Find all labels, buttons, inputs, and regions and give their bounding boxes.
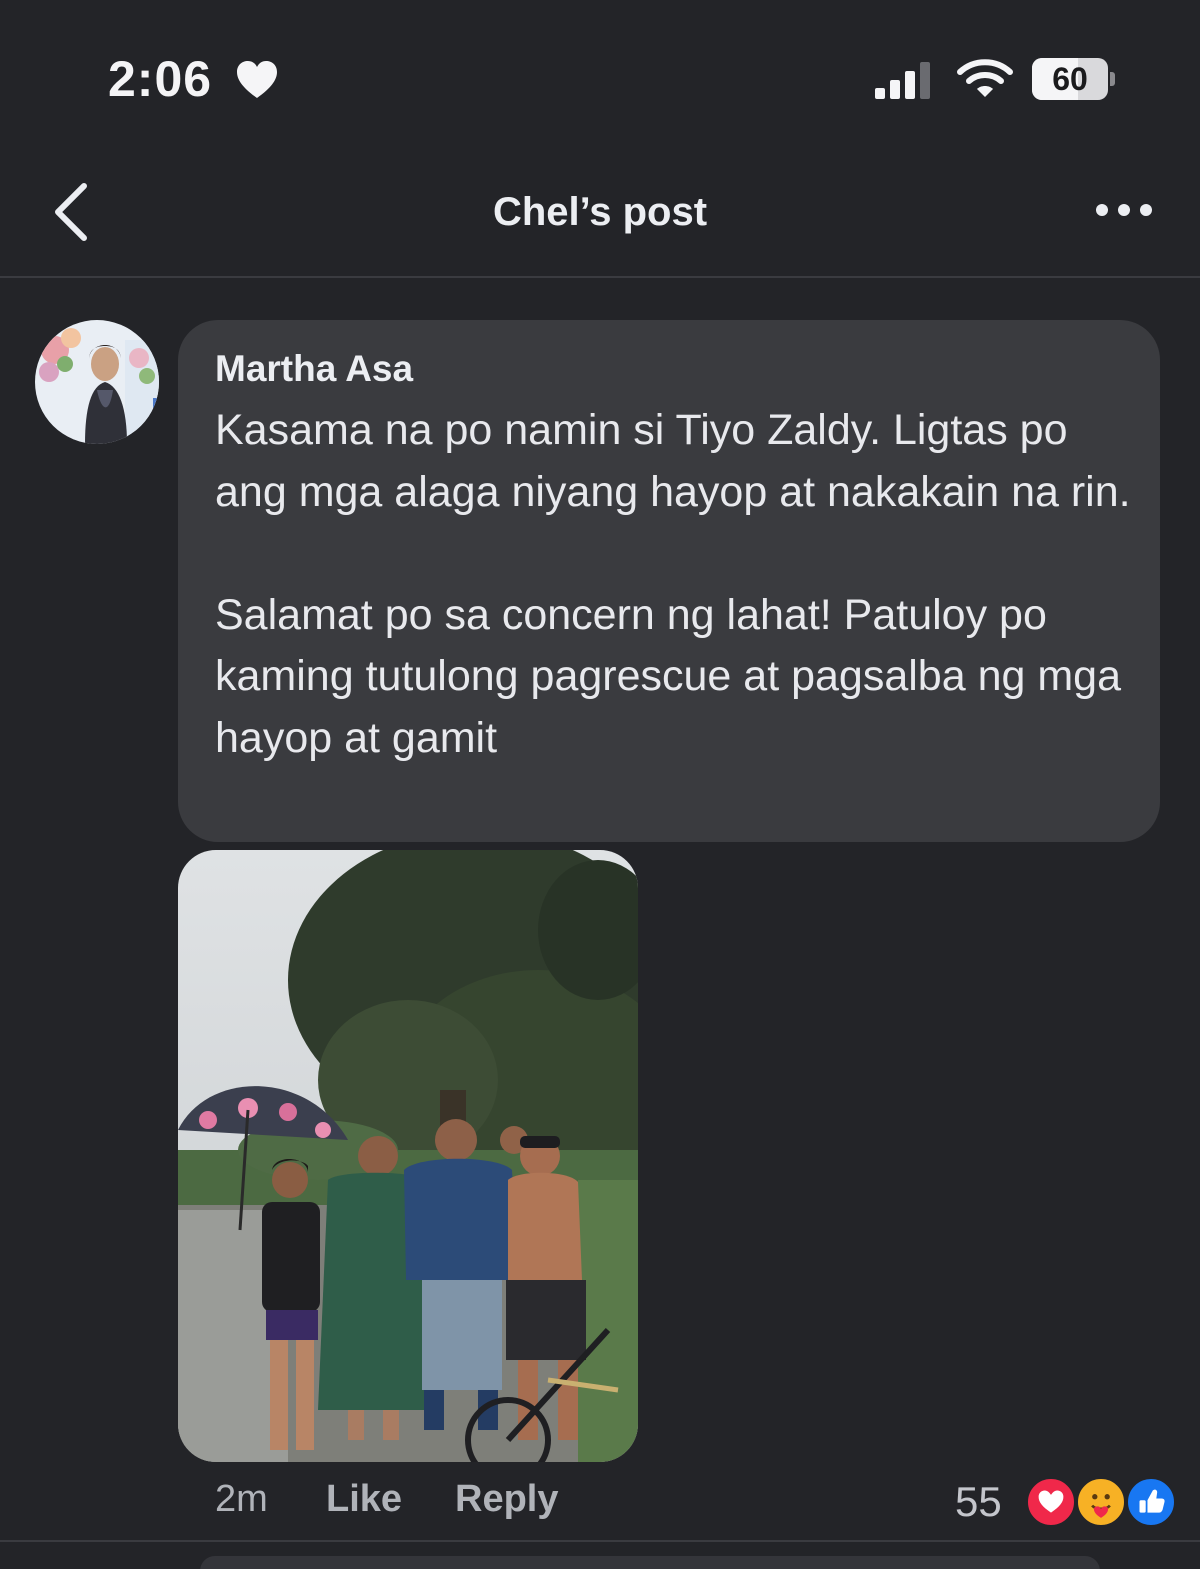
screen: 2:06 60 Chel’s post Martha Asa Kasama na… — [0, 0, 1200, 1569]
care-reaction-icon — [1075, 1476, 1127, 1528]
comment-text: Kasama na po namin si Tiyo Zaldy. Ligtas… — [215, 400, 1145, 769]
battery-icon: 60 — [1032, 58, 1115, 100]
avatar-image — [35, 320, 159, 444]
comment-author[interactable]: Martha Asa — [215, 348, 413, 390]
comment-timestamp: 2m — [215, 1478, 268, 1520]
more-horizontal-icon[interactable] — [1092, 198, 1156, 222]
battery-body: 60 — [1032, 58, 1108, 100]
divider — [0, 1540, 1200, 1542]
battery-cap — [1110, 72, 1115, 86]
like-reaction-icon — [1125, 1476, 1177, 1528]
love-reaction-icon — [1025, 1476, 1077, 1528]
battery-level: 60 — [1052, 61, 1088, 97]
photo-image — [178, 850, 638, 1462]
next-comment-preview — [200, 1556, 1100, 1569]
comment-paragraph: Salamat po sa concern ng lahat! Patuloy … — [215, 590, 1122, 762]
wifi-icon — [957, 59, 1013, 97]
heart-icon — [237, 61, 277, 98]
status-bar: 2:06 60 — [0, 0, 1200, 150]
like-button[interactable]: Like — [326, 1478, 402, 1521]
signal-icon — [875, 62, 930, 99]
status-time: 2:06 — [108, 51, 213, 107]
avatar[interactable] — [35, 320, 159, 444]
reaction-count: 55 — [955, 1478, 1002, 1525]
page-title: Chel’s post — [492, 190, 708, 234]
nav-bar: Chel’s post — [0, 150, 1200, 278]
comment-paragraph: Kasama na po namin si Tiyo Zaldy. Ligtas… — [215, 406, 1131, 516]
comment-bubble: Martha Asa Kasama na po namin si Tiyo Za… — [178, 320, 1160, 842]
attached-photo[interactable] — [178, 850, 638, 1462]
reply-button[interactable]: Reply — [455, 1478, 558, 1521]
